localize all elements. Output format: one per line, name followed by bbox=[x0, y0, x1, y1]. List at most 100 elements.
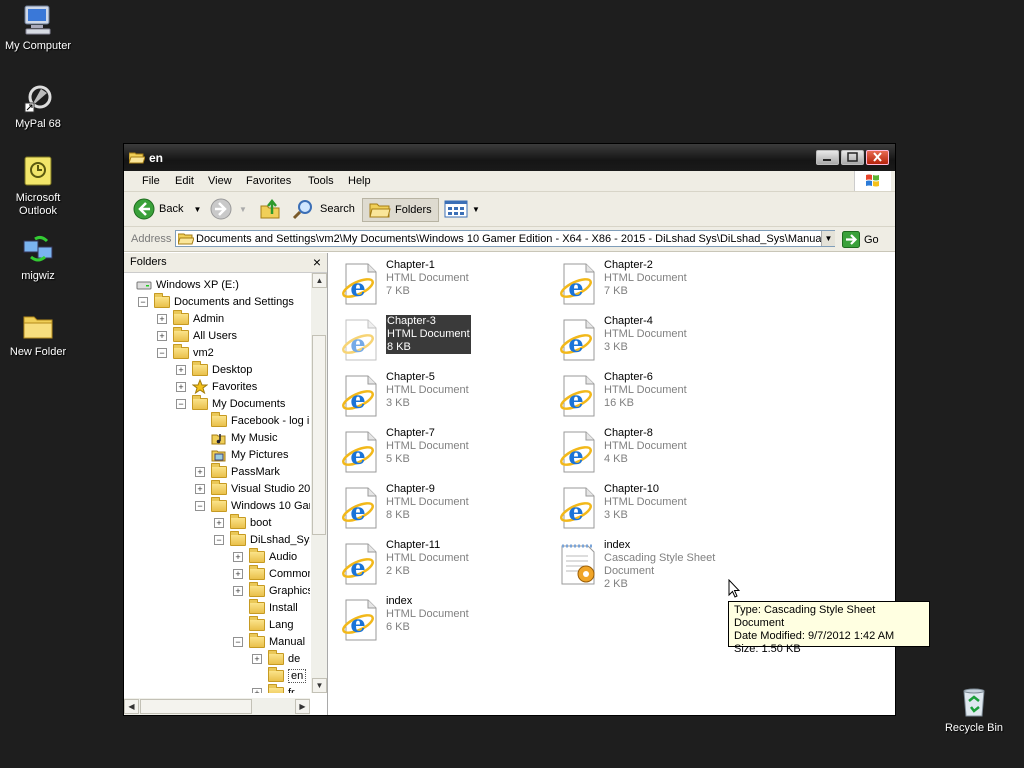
collapse-minus-icon[interactable]: − bbox=[176, 398, 186, 409]
folder-tree-hscrollbar[interactable]: ◀ ▶ bbox=[124, 698, 310, 715]
tree-item[interactable]: + de bbox=[252, 649, 300, 667]
address-input[interactable]: Documents and Settings\vm2\My Documents\… bbox=[175, 230, 835, 247]
expand-plus-icon[interactable]: + bbox=[233, 568, 243, 579]
folders-button[interactable]: Folders bbox=[362, 198, 439, 222]
file-item-text: Chapter-4 HTML Document 3 KB bbox=[604, 315, 687, 354]
expand-plus-icon[interactable]: + bbox=[214, 517, 224, 528]
tree-item[interactable]: + Audio bbox=[233, 547, 297, 565]
tree-item[interactable]: + Graphics bbox=[233, 581, 310, 599]
back-button[interactable]: Back ▼ bbox=[133, 198, 201, 220]
tree-item[interactable]: − Windows 10 Gamer I bbox=[195, 496, 310, 514]
file-item-text: Chapter-9 HTML Document 8 KB bbox=[386, 483, 469, 522]
file-item[interactable]: e Chapter-3 HTML Document 8 KB bbox=[334, 314, 534, 366]
collapse-minus-icon[interactable]: − bbox=[214, 534, 224, 545]
file-item[interactable]: e Chapter-9 HTML Document 8 KB bbox=[334, 482, 534, 534]
tree-item[interactable]: Lang bbox=[233, 615, 293, 633]
file-item[interactable]: index Cascading Style Sheet Document 2 KB bbox=[552, 538, 752, 590]
back-dropdown-icon[interactable]: ▼ bbox=[193, 205, 201, 214]
views-button[interactable]: ▼ bbox=[444, 198, 480, 220]
expand-plus-icon[interactable]: + bbox=[195, 483, 205, 494]
file-item[interactable]: e index HTML Document 6 KB bbox=[334, 594, 534, 646]
collapse-minus-icon[interactable]: − bbox=[138, 296, 148, 307]
address-dropdown-button[interactable]: ▼ bbox=[821, 231, 835, 246]
scroll-left-icon[interactable]: ◀ bbox=[124, 699, 139, 714]
file-item[interactable]: e Chapter-1 HTML Document 7 KB bbox=[334, 258, 534, 310]
file-item[interactable]: e Chapter-11 HTML Document 2 KB bbox=[334, 538, 534, 590]
tree-item[interactable]: − vm2 bbox=[157, 343, 214, 361]
desktop-icon-mypal[interactable]: MyPal 68 bbox=[0, 81, 76, 131]
desktop-icon-label: Microsoft Outlook bbox=[15, 192, 61, 217]
tree-item[interactable]: + Favorites bbox=[176, 378, 257, 395]
scroll-down-icon[interactable]: ▼ bbox=[312, 678, 327, 693]
up-folder-button[interactable] bbox=[259, 198, 281, 220]
desktop-icon-new-folder[interactable]: New Folder bbox=[0, 309, 76, 359]
expand-plus-icon[interactable]: + bbox=[176, 381, 186, 392]
expand-plus-icon[interactable]: + bbox=[233, 585, 243, 596]
file-name: index bbox=[604, 539, 631, 551]
tree-item[interactable]: Install bbox=[233, 598, 298, 616]
folders-pane-close-icon[interactable]: × bbox=[313, 254, 321, 270]
collapse-minus-icon[interactable]: − bbox=[233, 636, 243, 647]
expand-plus-icon[interactable]: + bbox=[157, 313, 167, 324]
scroll-up-icon[interactable]: ▲ bbox=[312, 273, 327, 288]
tree-item[interactable]: + Visual Studio 2008 bbox=[195, 479, 310, 497]
scroll-right-icon[interactable]: ▶ bbox=[295, 699, 310, 714]
search-button[interactable]: Search bbox=[292, 198, 355, 220]
close-button[interactable] bbox=[866, 150, 889, 165]
tree-item[interactable]: + boot bbox=[214, 513, 271, 531]
tree-item[interactable]: + Common bbox=[233, 564, 310, 582]
tree-item[interactable]: + PassMark bbox=[195, 462, 280, 480]
tree-item[interactable]: + Desktop bbox=[176, 360, 252, 378]
minimize-button[interactable] bbox=[816, 150, 839, 165]
title-bar[interactable]: en bbox=[124, 144, 895, 171]
expand-plus-icon[interactable]: + bbox=[176, 364, 186, 375]
expand-plus-icon[interactable]: + bbox=[195, 466, 205, 477]
forward-button[interactable]: ▼ bbox=[210, 198, 247, 220]
minimize-icon bbox=[823, 159, 831, 161]
tree-item[interactable]: My Pictures bbox=[195, 446, 288, 463]
file-item[interactable]: e Chapter-4 HTML Document 3 KB bbox=[552, 314, 752, 366]
folder-tree-vscrollbar[interactable]: ▲ ▼ bbox=[311, 273, 327, 693]
menu-help[interactable]: Help bbox=[348, 175, 371, 187]
tree-item[interactable]: − Manual bbox=[233, 632, 305, 650]
tree-item[interactable]: + fr bbox=[252, 683, 295, 693]
file-item[interactable]: e Chapter-6 HTML Document 16 KB bbox=[552, 370, 752, 422]
file-size: 3 KB bbox=[604, 341, 628, 353]
expand-plus-icon[interactable]: + bbox=[252, 653, 262, 664]
expand-plus-icon[interactable]: + bbox=[157, 330, 167, 341]
tree-item[interactable]: + Admin bbox=[157, 309, 224, 327]
scroll-thumb[interactable] bbox=[312, 335, 326, 535]
desktop-icon-migwiz[interactable]: migwiz bbox=[0, 233, 76, 283]
collapse-minus-icon[interactable]: − bbox=[195, 500, 205, 511]
menu-view[interactable]: View bbox=[208, 175, 232, 187]
tree-item[interactable]: − DiLshad_Sys bbox=[214, 530, 310, 548]
menu-tools[interactable]: Tools bbox=[308, 175, 334, 187]
tree-item[interactable]: − My Documents bbox=[176, 394, 285, 412]
tree-item[interactable]: − Documents and Settings bbox=[138, 292, 294, 310]
go-button[interactable]: Go bbox=[842, 231, 879, 248]
expand-plus-icon[interactable]: + bbox=[252, 687, 262, 693]
tree-item[interactable]: + All Users bbox=[157, 326, 237, 344]
file-item[interactable]: e Chapter-5 HTML Document 3 KB bbox=[334, 370, 534, 422]
file-item[interactable]: e Chapter-10 HTML Document 3 KB bbox=[552, 482, 752, 534]
expand-plus-icon[interactable]: + bbox=[233, 551, 243, 562]
tree-item[interactable]: Windows XP (E:) bbox=[124, 276, 239, 293]
windows-logo-throbber bbox=[854, 171, 891, 191]
tree-item[interactable]: en bbox=[252, 666, 307, 684]
maximize-button[interactable] bbox=[841, 150, 864, 165]
file-item[interactable]: e Chapter-2 HTML Document 7 KB bbox=[552, 258, 752, 310]
menu-edit[interactable]: Edit bbox=[175, 175, 194, 187]
collapse-minus-icon[interactable]: − bbox=[157, 347, 167, 358]
forward-dropdown-icon[interactable]: ▼ bbox=[239, 205, 247, 214]
menu-file[interactable]: File bbox=[142, 175, 160, 187]
desktop-icon-recycle-bin[interactable]: Recycle Bin bbox=[936, 685, 1012, 735]
tree-item[interactable]: Facebook - log in or bbox=[195, 411, 310, 429]
ie-html-document-icon: e bbox=[342, 487, 377, 529]
tree-item[interactable]: My Music bbox=[195, 429, 277, 446]
file-item[interactable]: e Chapter-8 HTML Document 4 KB bbox=[552, 426, 752, 478]
menu-favorites[interactable]: Favorites bbox=[246, 175, 291, 187]
file-item[interactable]: e Chapter-7 HTML Document 5 KB bbox=[334, 426, 534, 478]
desktop-icon-my-computer[interactable]: My Computer bbox=[0, 3, 76, 53]
desktop-icon-outlook[interactable]: Microsoft Outlook bbox=[0, 155, 76, 218]
hscroll-thumb[interactable] bbox=[140, 699, 252, 714]
